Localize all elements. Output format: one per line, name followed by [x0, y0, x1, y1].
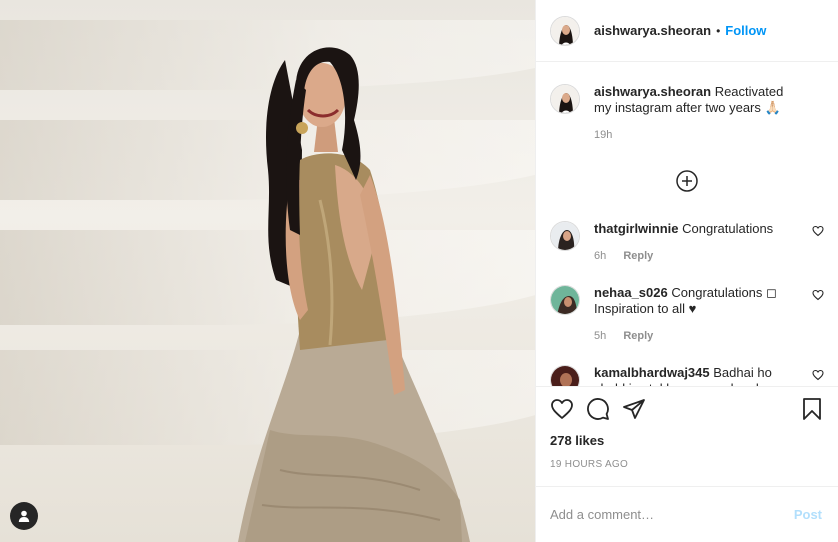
- reply-button[interactable]: Reply: [623, 330, 653, 342]
- share-icon[interactable]: [622, 397, 646, 421]
- avatar-image: [551, 366, 579, 386]
- add-comment-input[interactable]: [550, 507, 794, 522]
- post-comment-button[interactable]: Post: [794, 507, 822, 522]
- avatar[interactable]: [550, 365, 580, 386]
- comments-list[interactable]: aishwarya.sheoran Reactivated my instagr…: [536, 62, 838, 386]
- heart-icon[interactable]: [550, 397, 574, 421]
- action-icons: [550, 397, 824, 421]
- like-comment-heart-icon[interactable]: [812, 225, 824, 237]
- avatar-image: [551, 85, 579, 113]
- comment-username[interactable]: thatgirlwinnie: [594, 221, 679, 236]
- load-more-button[interactable]: [675, 169, 699, 193]
- reply-button[interactable]: Reply: [623, 250, 653, 262]
- comment-item: kamalbhardwaj345 Badhai ho chubkiya tal …: [550, 365, 824, 386]
- post-dialog: aishwarya.sheoran • Follow aishwarya.she…: [0, 0, 838, 542]
- comment-meta: 6h Reply: [594, 248, 790, 264]
- comment-username[interactable]: nehaa_s026: [594, 285, 668, 300]
- like-comment-heart-icon[interactable]: [812, 369, 824, 381]
- comment-username[interactable]: kamalbhardwaj345: [594, 365, 710, 380]
- user-tag-icon: [18, 510, 30, 522]
- caption-username[interactable]: aishwarya.sheoran: [594, 84, 711, 99]
- comment-item: nehaa_s026 Congratulations ◻ Inspiration…: [550, 285, 824, 344]
- post-side-panel: aishwarya.sheoran • Follow aishwarya.she…: [536, 0, 838, 542]
- caption-meta: 19h: [594, 127, 794, 143]
- avatar[interactable]: [550, 221, 580, 251]
- avatar-image: [551, 222, 579, 250]
- post-time-ago[interactable]: 19 HOURS AGO: [550, 459, 824, 470]
- like-comment-heart-icon[interactable]: [812, 289, 824, 301]
- post-actions: 278 likes 19 HOURS AGO: [536, 386, 838, 486]
- comment-icon[interactable]: [586, 397, 610, 421]
- load-more-comments: [550, 169, 824, 193]
- avatar-image: [551, 286, 579, 314]
- comment-time[interactable]: 5h: [594, 330, 606, 342]
- post-header: aishwarya.sheoran • Follow: [536, 0, 838, 62]
- bookmark-icon[interactable]: [800, 397, 824, 421]
- comment-item: thatgirlwinnie Congratulations 6h Reply: [550, 221, 824, 264]
- comment-meta: 5h Reply: [594, 328, 790, 344]
- avatar[interactable]: [550, 15, 580, 46]
- plus-circle-icon: [676, 170, 698, 192]
- comment-time[interactable]: 6h: [594, 250, 606, 262]
- post-caption: aishwarya.sheoran Reactivated my instagr…: [550, 84, 824, 143]
- post-author-username[interactable]: aishwarya.sheoran: [594, 23, 711, 38]
- comment-text: Congratulations: [682, 221, 774, 236]
- post-photo[interactable]: [0, 0, 536, 542]
- avatar-image: [551, 16, 579, 45]
- follow-button[interactable]: Follow: [725, 23, 766, 38]
- add-comment-bar: Post: [536, 486, 838, 542]
- user-tag-button[interactable]: [10, 502, 38, 530]
- avatar[interactable]: [550, 285, 580, 315]
- caption-time[interactable]: 19h: [594, 129, 612, 141]
- likes-count[interactable]: 278 likes: [550, 433, 824, 448]
- avatar[interactable]: [550, 84, 580, 114]
- woman-figure: [238, 47, 470, 542]
- separator-dot: •: [716, 23, 721, 38]
